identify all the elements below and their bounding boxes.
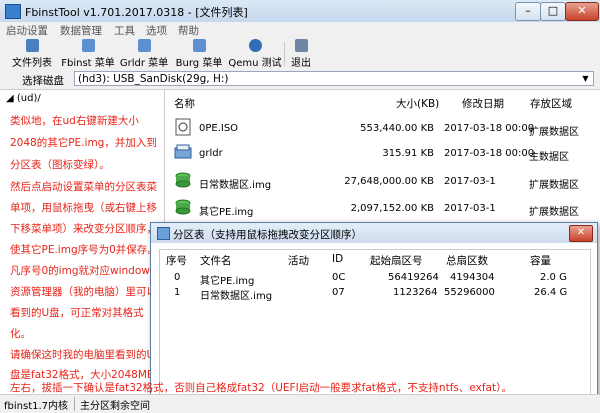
fbinst-menu-icon: [81, 39, 95, 52]
col-no[interactable]: 序号: [166, 253, 187, 268]
header-date[interactable]: 修改日期: [462, 96, 504, 111]
status-kernel: fbinst1.7内核: [4, 401, 69, 412]
dialog-app-icon: [157, 227, 170, 240]
app-icon: [5, 4, 21, 19]
note-line: 资源管理器（我的电脑）里可以: [10, 286, 157, 298]
note-line: 请确保这时我的电脑里看到的U: [10, 349, 155, 361]
menu-help[interactable]: 帮助: [178, 23, 199, 38]
burg-menu-icon: [192, 39, 206, 52]
toolbar: 文件列表 Fbinst 菜单 Grldr 菜单 Burg 菜单 Qemu 测试 …: [0, 38, 600, 71]
file-row[interactable]: 其它PE.img 2,097,152.00 KB 2017-03-1 扩展数据区: [166, 198, 600, 220]
note-line: 分区表（图标变绿）。: [10, 159, 110, 171]
exit-icon: [294, 39, 308, 52]
img-partition-icon: [175, 199, 191, 215]
title-bar: FbinstTool v1.701.2017.0318 - [文件列表] – □…: [0, 0, 600, 23]
close-button[interactable]: ✕: [565, 2, 599, 21]
status-free-space: 主分区剩余空间: [80, 401, 150, 412]
menu-bar: 启动设置 数据管理 工具 选项 帮助: [0, 22, 600, 38]
disk-select[interactable]: (hd3): USB_SanDisk(29g, H:) ▼: [74, 71, 594, 86]
img-partition-icon: [175, 172, 191, 188]
menu-options[interactable]: 选项: [146, 23, 167, 38]
col-total[interactable]: 总扇区数: [446, 253, 488, 268]
disk-row: 选择磁盘 (hd3): USB_SanDisk(29g, H:) ▼: [0, 70, 600, 90]
grldr-file-icon: [174, 144, 192, 159]
note-line: 类似地，在ud右键新建大小: [10, 115, 139, 127]
note-line: 下移菜单项）来改变分区顺序，: [10, 223, 157, 235]
note-line: 使其它PE.img序号为0并保存。: [10, 244, 158, 256]
window-title: FbinstTool v1.701.2017.0318 - [文件列表]: [25, 6, 248, 19]
file-row[interactable]: grldr 315.91 KB 2017-03-18 00:00 主数据区: [166, 143, 600, 165]
tree-root-ud[interactable]: ◢ (ud)/: [6, 93, 41, 104]
disk-label: 选择磁盘: [22, 75, 64, 87]
status-bar: fbinst1.7内核 主分区剩余空间: [0, 394, 600, 413]
disk-select-value: (hd3): USB_SanDisk(29g, H:): [78, 73, 229, 85]
file-list-button[interactable]: 文件列表: [10, 39, 54, 69]
file-list-icon: [25, 39, 39, 52]
maximize-button[interactable]: □: [540, 2, 566, 21]
tree-panel: ◢ (ud)/ 类似地，在ud右键新建大小 2048的其它PE.img，并加入到…: [4, 90, 165, 394]
header-size[interactable]: 大小(KB): [396, 96, 439, 111]
minimize-button[interactable]: –: [515, 2, 541, 21]
file-row[interactable]: 0PE.ISO 553,440.00 KB 2017-03-18 00:00 扩…: [166, 118, 600, 140]
file-list: 名称 大小(KB) 修改日期 存放区域 0PE.ISO 553,440.00 K…: [166, 90, 600, 227]
col-start[interactable]: 起始扇区号: [370, 253, 423, 268]
col-id[interactable]: ID: [332, 253, 343, 265]
partition-table: 序号 文件名 活动 ID 起始扇区号 总扇区数 容量 0 其它PE.img 0C…: [159, 249, 591, 401]
grldr-menu-button[interactable]: Grldr 菜单: [117, 39, 171, 69]
header-area[interactable]: 存放区域: [530, 96, 572, 111]
dialog-title: 分区表（支持用鼠标拖拽改变分区顺序）: [173, 229, 362, 241]
header-name[interactable]: 名称: [174, 96, 195, 111]
note-line: 2048的其它PE.img，并加入到: [10, 137, 157, 149]
fbinst-menu-button[interactable]: Fbinst 菜单: [60, 39, 116, 69]
note-line: 然后点启动设置菜单的分区表菜: [10, 181, 157, 193]
dialog-title-bar[interactable]: 分区表（支持用鼠标拖拽改变分区顺序） ✕: [151, 223, 597, 243]
menu-tools[interactable]: 工具: [114, 23, 135, 38]
iso-file-icon: [175, 118, 191, 136]
col-file[interactable]: 文件名: [200, 253, 232, 268]
burg-menu-button[interactable]: Burg 菜单: [172, 39, 226, 69]
annotation-bottom-line: 左右，拔插一下确认是fat32格式，否则自己格成fat32（UEFI启动一般要求…: [10, 382, 512, 394]
grldr-menu-icon: [137, 39, 151, 52]
menu-boot-settings[interactable]: 启动设置: [6, 23, 48, 38]
col-active[interactable]: 活动: [288, 253, 309, 268]
status-divider: [74, 397, 75, 411]
note-line: 单项，用鼠标拖曳（或右键上移: [10, 202, 157, 214]
toolbar-separator: [284, 42, 285, 66]
note-line: 化。: [10, 328, 31, 340]
expand-arrow-icon[interactable]: ◢: [6, 93, 14, 104]
file-row[interactable]: 日常数据区.img 27,648,000.00 KB 2017-03-1 扩展数…: [166, 171, 600, 193]
qemu-test-button[interactable]: Qemu 测试: [228, 39, 282, 69]
partition-table-dialog[interactable]: 分区表（支持用鼠标拖拽改变分区顺序） ✕ 序号 文件名 活动 ID 起始扇区号 …: [150, 222, 598, 404]
exit-button[interactable]: 退出: [286, 39, 316, 69]
dialog-close-button[interactable]: ✕: [569, 225, 593, 242]
note-line: 看到的U盘，可正常对其格式: [10, 307, 144, 319]
col-capacity[interactable]: 容量: [530, 253, 551, 268]
note-line: 凡序号0的img就对应windows: [10, 265, 156, 277]
menu-data-management[interactable]: 数据管理: [60, 23, 102, 38]
qemu-test-icon: [248, 39, 262, 52]
chevron-down-icon[interactable]: ▼: [579, 73, 592, 84]
